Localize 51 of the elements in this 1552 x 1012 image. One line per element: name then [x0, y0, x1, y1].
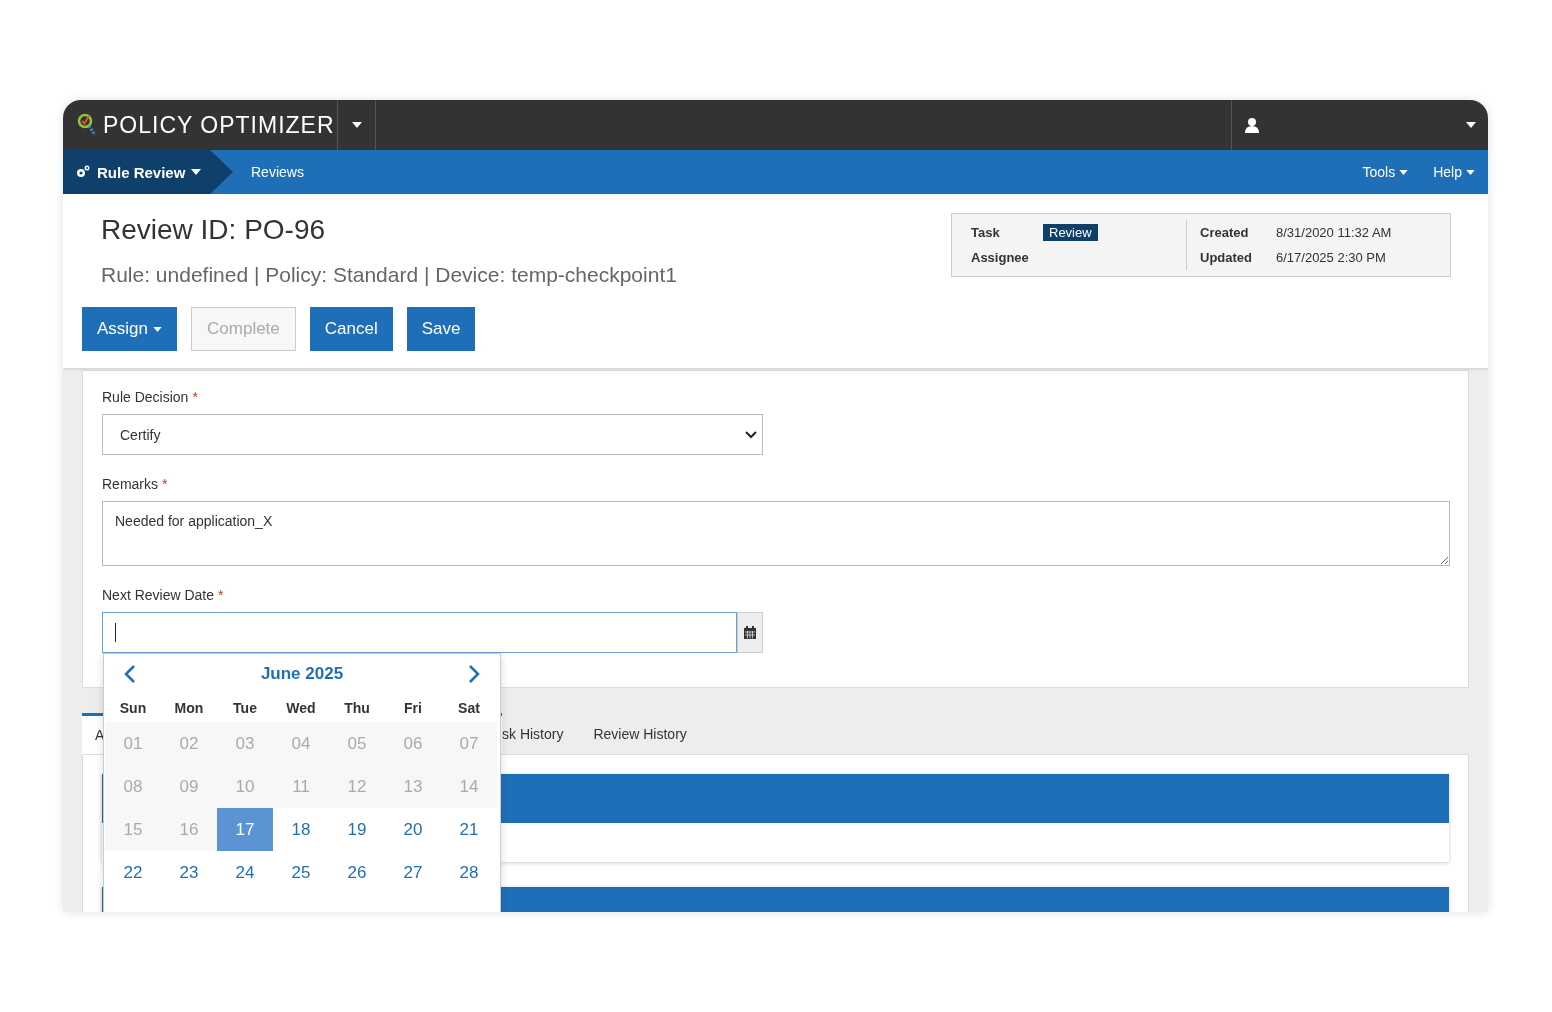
- info-label: Updated: [1200, 250, 1253, 265]
- caret-icon: [1399, 169, 1409, 175]
- calendar-icon: [743, 625, 757, 640]
- remarks-field[interactable]: Needed for application_X: [102, 501, 1450, 566]
- caret-icon: [1466, 122, 1476, 128]
- weekday-label: Tue: [232, 699, 258, 718]
- section-menu-button[interactable]: Rule Review: [63, 150, 233, 194]
- app-title: POLICY OPTIMIZER: [103, 111, 336, 139]
- nav-menu[interactable]: Tools: [1362, 164, 1409, 180]
- rule-decision-select[interactable]: Certify: [102, 414, 763, 455]
- action-button[interactable]: Cancel: [309, 307, 393, 351]
- calendar-day[interactable]: 17: [217, 808, 273, 851]
- required-mark: *: [192, 389, 198, 407]
- info-value: 8/31/2020 11:32 AM: [1276, 225, 1392, 240]
- calendar-button[interactable]: [737, 612, 763, 653]
- field-label: Remarks: [102, 476, 158, 494]
- review-title: Review ID: PO-96: [101, 213, 327, 247]
- month-title: June 2025: [260, 664, 344, 684]
- action-button[interactable]: Assign: [82, 307, 178, 351]
- nav-menu[interactable]: Help: [1433, 164, 1475, 180]
- chevron-down-icon: [745, 430, 757, 439]
- required-mark: *: [218, 587, 224, 605]
- required-mark: *: [162, 476, 168, 494]
- caret-icon: [1466, 169, 1475, 175]
- action-button[interactable]: Save: [406, 307, 476, 351]
- tab[interactable]: sk History: [502, 713, 577, 754]
- gears-icon: [75, 165, 91, 179]
- weekday-label: Wed: [285, 699, 317, 718]
- info-label: Task: [971, 225, 1001, 240]
- next-month-button[interactable]: [468, 665, 480, 683]
- date-field[interactable]: [102, 612, 737, 653]
- caret-icon: [153, 326, 163, 332]
- info-label: Created: [1200, 225, 1250, 240]
- weekday-label: Sun: [118, 699, 148, 718]
- magnifier-check-icon: [77, 113, 97, 137]
- field-label: Next Review Date: [102, 587, 215, 605]
- user-icon: [1244, 117, 1260, 133]
- weekday-label: Sat: [457, 699, 481, 718]
- info-label: Assignee: [971, 250, 1030, 265]
- reviews-link[interactable]: Reviews: [251, 164, 304, 180]
- tab[interactable]: Review History: [580, 713, 700, 754]
- previous-month-button[interactable]: [124, 665, 136, 683]
- task-badge: Review: [1043, 224, 1098, 241]
- weekday-label: Fri: [403, 699, 423, 718]
- caret-icon: [351, 122, 362, 128]
- weekday-label: Mon: [173, 699, 205, 718]
- info-value: 6/17/2025 2:30 PM: [1276, 250, 1386, 265]
- weekday-label: Thu: [343, 699, 371, 718]
- review-subtitle: Rule: undefined | Policy: Standard | Device: temp-checkpoint1: [101, 262, 678, 288]
- field-label: Rule Decision: [102, 389, 189, 407]
- caret-icon: [191, 169, 202, 175]
